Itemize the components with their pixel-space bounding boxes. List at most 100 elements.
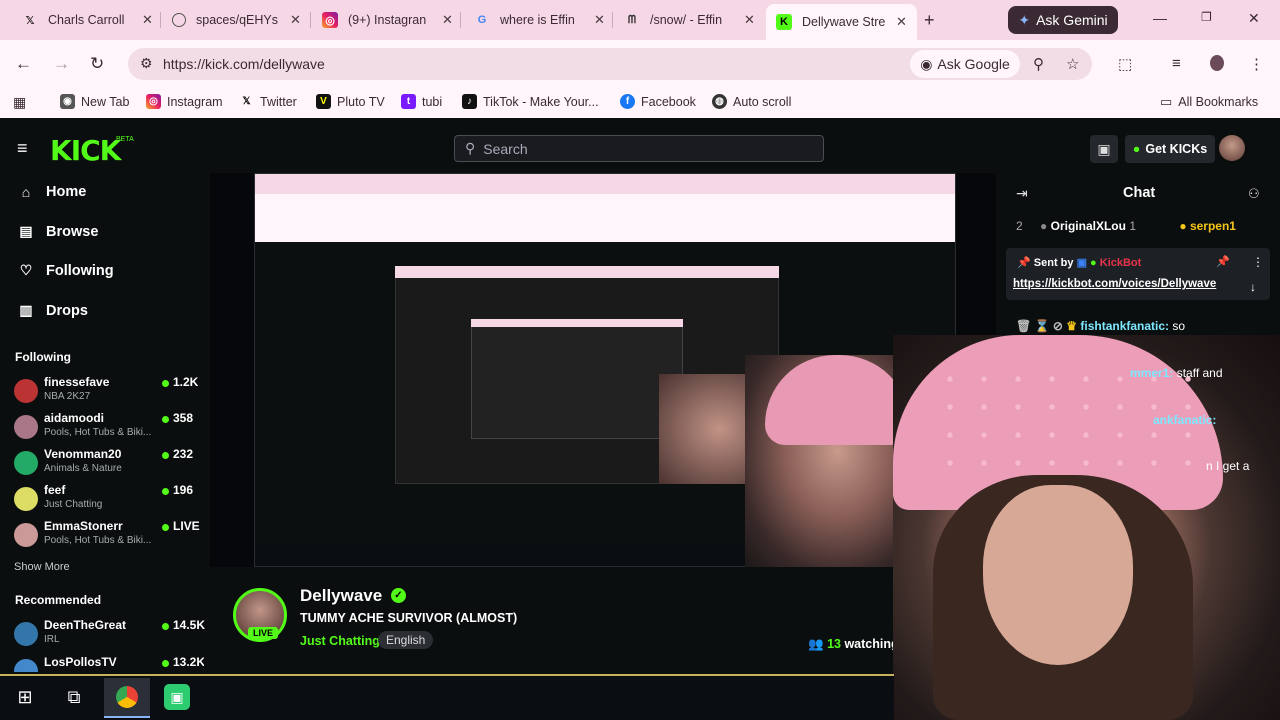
pinned-menu-icon[interactable]: ⋮ xyxy=(1252,255,1264,269)
heart-icon: ♡ xyxy=(19,262,33,278)
tab-separator xyxy=(160,12,161,28)
site-settings-icon[interactable]: ⚙ xyxy=(140,55,153,72)
mod-badge-icons: 🗑 ⌛ ⊘ xyxy=(1016,319,1063,333)
ask-google-button[interactable]: ◉ Ask Google xyxy=(910,50,1020,78)
search-input[interactable]: ⚲ Search xyxy=(454,135,824,162)
close-icon[interactable]: ✕ xyxy=(442,12,453,28)
instagram-icon: ◎ xyxy=(322,12,338,28)
following-channel-aidamoodi[interactable]: aidamoodi Pools, Hot Tubs & Biki... 358 xyxy=(14,411,204,443)
back-icon[interactable]: ← xyxy=(15,54,32,74)
folder-icon: ▭ xyxy=(1160,94,1173,109)
face xyxy=(983,485,1133,665)
captured-toolbar xyxy=(255,194,955,242)
collapse-chat-icon[interactable]: ⇥ xyxy=(1016,185,1028,202)
bookmark-pluto-tv[interactable]: V Pluto TV xyxy=(316,94,385,109)
stream-title: TUMMY ACHE SURVIVOR (ALMOST) xyxy=(300,611,518,625)
zoom-icon[interactable]: ⚲ xyxy=(1033,55,1044,73)
tab-spaces[interactable]: spaces/qEHYs ✕ xyxy=(172,6,301,34)
nav-drops[interactable]: ▥ Drops xyxy=(18,302,88,319)
bookmark-new-tab[interactable]: ◉ New Tab xyxy=(60,94,129,109)
bookmark-facebook[interactable]: f Facebook xyxy=(620,94,696,109)
recommended-channel-deenthegreat[interactable]: DeenTheGreat IRL 14.5K xyxy=(14,618,205,650)
chrome-taskbar-icon[interactable] xyxy=(104,678,150,718)
close-window-icon[interactable]: ✕ xyxy=(1248,10,1260,27)
restore-icon[interactable]: ❐ xyxy=(1201,10,1212,24)
unpin-icon[interactable]: 📌 xyxy=(1216,255,1230,268)
category-link[interactable]: Just Chatting xyxy=(300,634,380,648)
new-tab-plus-icon[interactable]: + xyxy=(924,10,935,31)
language-tag[interactable]: English xyxy=(378,631,434,649)
close-icon[interactable]: ✕ xyxy=(290,12,301,28)
pink-hood xyxy=(765,355,910,445)
recommended-channel-lospollostv[interactable]: LosPollosTV 13.2K xyxy=(14,655,204,672)
get-kicks-button[interactable]: ● Get KICKs xyxy=(1125,135,1215,163)
menu-kebab-icon[interactable]: ⋮ xyxy=(1249,55,1264,73)
tab-charls-carroll[interactable]: 𝕏 Charls Carroll ✕ xyxy=(22,6,153,34)
captured-tab-bar xyxy=(255,174,955,194)
forward-icon[interactable]: → xyxy=(53,54,70,74)
following-channel-finessefave[interactable]: finessefave NBA 2K27 1.2K xyxy=(14,375,204,407)
following-channel-emmastonerr[interactable]: EmmaStonerr Pools, Hot Tubs & Biki... LI… xyxy=(14,519,204,551)
tab-separator xyxy=(612,12,613,28)
following-channel-feef[interactable]: feef Just Chatting 196 xyxy=(14,483,204,515)
bookmark-tubi[interactable]: t tubi xyxy=(401,94,442,109)
live-dot xyxy=(162,660,169,667)
close-icon[interactable]: ✕ xyxy=(896,14,907,30)
kick-icon: K xyxy=(776,14,792,30)
url-text[interactable]: https://kick.com/dellywave xyxy=(163,56,325,72)
google-icon: G xyxy=(477,14,487,26)
show-more-button[interactable]: Show More xyxy=(14,561,70,573)
bookmark-tiktok[interactable]: ♪ TikTok - Make Your... xyxy=(462,94,599,109)
following-channel-venomman20[interactable]: Venomman20 Animals & Nature 232 xyxy=(14,447,204,479)
pin-icon: 📌 xyxy=(1017,257,1031,269)
sub-badge-icons: ♛ xyxy=(1066,319,1078,333)
bookmark-twitter[interactable]: 𝕏 Twitter xyxy=(239,94,296,109)
windows-start-icon[interactable]: ⊞ xyxy=(12,684,38,710)
expand-pinned-icon[interactable]: ↓ xyxy=(1250,280,1256,294)
captured-deeper-stream xyxy=(471,319,683,439)
extensions-icon[interactable]: ⬚ xyxy=(1118,55,1132,73)
bookmark-auto-scroll[interactable]: ◍ Auto scroll xyxy=(712,94,791,109)
live-badge: LIVE xyxy=(248,627,279,639)
media-controls-icon[interactable]: ≡ xyxy=(1172,55,1181,72)
gift-icon[interactable]: ▣ xyxy=(1090,135,1118,163)
live-dot xyxy=(162,380,169,387)
tab-separator xyxy=(310,12,311,28)
globe-icon: ◍ xyxy=(712,94,727,109)
nav-browse[interactable]: ▤ Browse xyxy=(18,223,98,240)
minimize-icon[interactable]: — xyxy=(1153,10,1167,26)
bookmark-instagram[interactable]: ◎ Instagram xyxy=(146,94,223,109)
close-icon[interactable]: ✕ xyxy=(594,12,605,28)
close-icon[interactable]: ✕ xyxy=(142,12,153,28)
chat-users-icon[interactable]: ⚇ xyxy=(1248,186,1260,202)
app-taskbar-icon[interactable]: ▣ xyxy=(164,684,190,710)
drops-icon: ▥ xyxy=(19,302,33,318)
user-avatar[interactable] xyxy=(1219,135,1245,161)
kick-logo[interactable]: KICK xyxy=(50,134,121,167)
streamer-name[interactable]: Dellywave xyxy=(300,586,382,606)
tab-instagram[interactable]: ◎ (9+) Instagran ✕ xyxy=(322,6,453,34)
nav-following[interactable]: ♡ Following xyxy=(18,262,114,279)
reload-icon[interactable]: ↻ xyxy=(90,54,104,74)
captured-nested-tab-bar xyxy=(395,266,779,278)
gift-avatar-icon: ● xyxy=(1040,219,1048,233)
kickbot-voices-link[interactable]: https://kickbot.com/voices/Dellywave xyxy=(1013,278,1216,290)
tab-google-search[interactable]: G where is Effin ✕ xyxy=(474,6,605,34)
x-icon: 𝕏 xyxy=(242,96,251,107)
hamburger-menu-icon[interactable]: ≡ xyxy=(17,138,28,159)
profile-icon[interactable] xyxy=(1210,55,1224,71)
nav-home[interactable]: ⌂ Home xyxy=(18,184,87,200)
task-view-icon[interactable]: ⧉ xyxy=(61,684,87,710)
viewers-icon: 👥 xyxy=(808,637,824,651)
avatar xyxy=(14,622,38,646)
ask-gemini-button[interactable]: ✦ Ask Gemini xyxy=(1008,6,1118,34)
globe-icon xyxy=(172,13,186,27)
bookmark-star-icon[interactable]: ☆ xyxy=(1066,55,1079,73)
tab-dellywave-active[interactable]: K Dellywave Stre ✕ xyxy=(766,4,917,40)
avatar xyxy=(14,379,38,403)
close-icon[interactable]: ✕ xyxy=(744,12,755,28)
apps-grid-icon[interactable]: ▦ xyxy=(13,94,26,111)
tab-snow[interactable]: ᗰ /snow/ - Effin ✕ xyxy=(624,6,755,34)
avatar xyxy=(14,451,38,475)
all-bookmarks-button[interactable]: ▭ All Bookmarks xyxy=(1160,94,1258,110)
